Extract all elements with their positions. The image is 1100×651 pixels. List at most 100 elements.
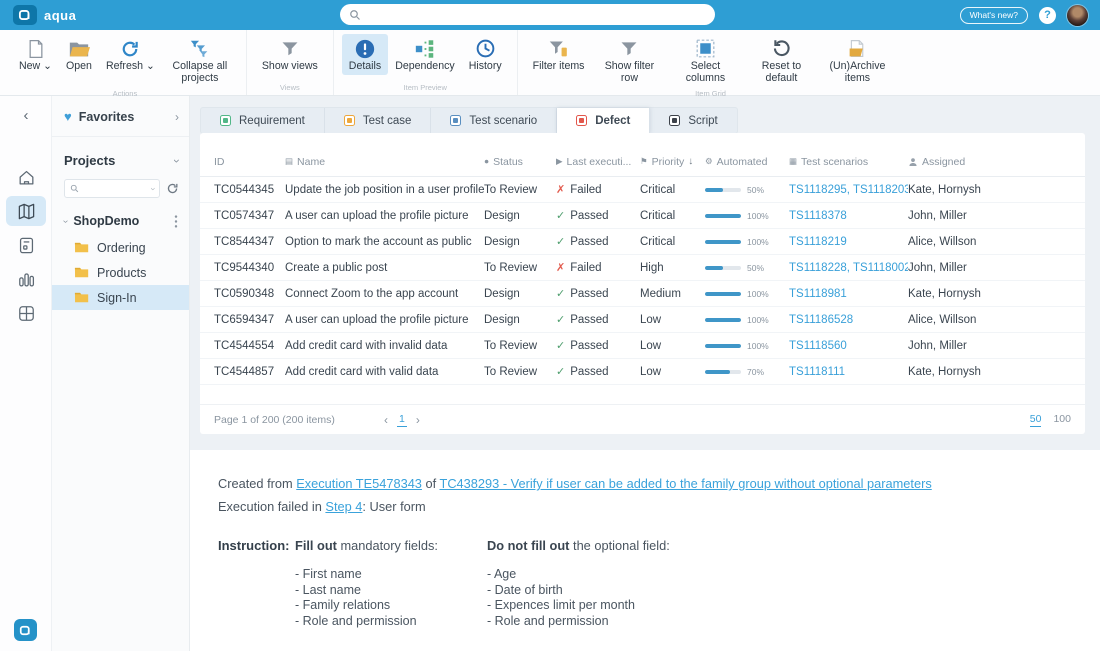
next-page-button[interactable]: › [416,413,420,427]
chevron-right-icon: › [175,110,179,124]
topbar-actions: What's new? ? [960,0,1088,30]
cell-priority: Critical [640,210,705,222]
projects-header[interactable]: Projects › [52,137,189,174]
tab-label: Defect [595,115,630,127]
cell-assigned: Alice, Willson [908,236,1071,248]
prev-page-button[interactable]: ‹ [384,413,388,427]
cell-priority: Critical [640,236,705,248]
cell-last-execution: ✗Failed [556,261,640,274]
kebab-menu-icon[interactable] [171,215,181,228]
test-scenarios-link[interactable]: TS1118981 [789,288,908,300]
cell-priority: Medium [640,288,705,300]
column-header-assigned[interactable]: Assigned [908,156,1071,168]
toolbar-button-reset-to-default[interactable]: Reset to default [743,34,819,87]
table-row[interactable]: TC0544345Update the job position in a us… [200,177,1085,203]
cell-last-execution: ✓Passed [556,339,640,352]
step-link[interactable]: Step 4 [325,499,362,514]
sidebar-folder-ordering[interactable]: Ordering [52,235,189,260]
project-root-shopdemo[interactable]: › ShopDemo [52,206,189,235]
test-scenarios-link[interactable]: TS1118295, TS1118203 [789,184,908,196]
sidebar-folder-sign-in[interactable]: Sign-In [52,285,189,310]
toolbar-button-label: (Un)Archive items [826,61,888,85]
failed-icon: ✗ [556,183,565,196]
progress-percent: 100% [747,315,769,325]
cell-automated: 100% [705,289,789,299]
project-search-row: › [52,174,189,206]
column-header-priority[interactable]: ⚑Priority↓ [640,156,705,168]
page-size-50-button[interactable]: 50 [1030,413,1042,427]
toolbar-button-filter-items[interactable]: Filter items [526,34,592,75]
rail-item-map[interactable] [6,196,46,226]
table-row[interactable]: TC4544857Add credit card with valid data… [200,359,1085,385]
toolbar-button-open[interactable]: Open [59,34,99,75]
page-size-100-button[interactable]: 100 [1053,413,1071,427]
testcase-link[interactable]: TC438293 - Verify if user can be added t… [440,476,932,491]
toolbar-button-collapse-all-projects[interactable]: Collapse all projects [162,34,238,87]
table-row[interactable]: TC0574347A user can upload the profile p… [200,203,1085,229]
rail-item-chart[interactable] [6,264,46,294]
rail-item-grid[interactable] [6,298,46,328]
test-scenarios-link[interactable]: TS1118378 [789,210,908,222]
current-page-button[interactable]: 1 [397,413,407,427]
table-row[interactable]: TC4544554Add credit card with invalid da… [200,333,1085,359]
chevron-down-icon: › [149,187,159,190]
column-header-name[interactable]: ▤Name [285,156,484,168]
column-header-automated[interactable]: ⚙Automated [705,156,789,168]
progress-fill [705,188,723,192]
toolbar-button-history[interactable]: History [462,34,509,75]
tab-test-case[interactable]: Test case [325,108,432,133]
cell-automated: 100% [705,237,789,247]
whats-new-button[interactable]: What's new? [960,7,1028,24]
favorites-section[interactable]: ♥ Favorites › [52,96,189,137]
test-scenarios-link[interactable]: TS1118560 [789,340,908,352]
left-rail: ‹ [0,96,52,651]
toolbar-button-un-archive-items[interactable]: (Un)Archive items [819,34,895,87]
progress-bar [705,266,741,270]
column-header-label: Automated [717,156,768,168]
toolbar-button-details[interactable]: Details [342,34,388,75]
folder-icon [74,291,89,304]
pager: ‹ 1 › [384,413,420,427]
toolbar-button-show-views[interactable]: Show views [255,34,325,75]
tab-script[interactable]: Script [650,108,736,133]
table-row[interactable]: TC8544347Option to mark the account as p… [200,229,1085,255]
rail-item-home[interactable] [6,162,46,192]
column-header-status[interactable]: ●Status [484,156,556,168]
test-case-icon [344,115,355,126]
tab-test-scenario[interactable]: Test scenario [431,108,557,133]
home-icon [17,168,36,187]
table-row[interactable]: TC9544340Create a public postTo Review✗F… [200,255,1085,281]
collapse-sidebar-button[interactable]: ‹ [0,108,52,123]
execution-link[interactable]: Execution TE5478343 [296,476,422,491]
refresh-projects-button[interactable] [166,182,179,195]
toolbar-button-new[interactable]: New ⌄ [12,34,59,75]
test-scenarios-link[interactable]: TS1118219 [789,236,908,248]
mandatory-field-item: - Family relations [295,598,487,614]
toolbar-button-dependency[interactable]: Dependency [388,34,462,75]
progress-bar [705,318,741,322]
sidebar-folder-products[interactable]: Products [52,260,189,285]
help-button[interactable]: ? [1039,7,1056,24]
column-header-id[interactable]: ID [214,156,285,168]
instruction-section: Instruction: Fill out mandatory fields: … [218,538,1080,629]
table-body: TC0544345Update the job position in a us… [200,177,1085,385]
column-header-test-scenarios[interactable]: ▦Test scenarios [789,156,908,168]
test-scenarios-link[interactable]: TS11186528 [789,314,908,326]
toolbar-button-label: Collapse all projects [169,61,231,85]
rail-item-report[interactable] [6,230,46,260]
project-search-input[interactable] [82,183,149,194]
tab-requirement[interactable]: Requirement [201,108,325,133]
test-scenarios-link[interactable]: TS1118228, TS1118002 [789,262,908,274]
toolbar-button-show-filter-row[interactable]: Show filter row [591,34,667,87]
column-header-label: ID [214,156,225,168]
cell-id: TC9544340 [214,262,285,274]
toolbar-button-refresh[interactable]: Refresh ⌄ [99,34,162,75]
table-row[interactable]: TC0590348Connect Zoom to the app account… [200,281,1085,307]
global-search-input[interactable] [366,4,715,25]
avatar[interactable] [1067,5,1088,26]
table-row[interactable]: TC6594347A user can upload the profile p… [200,307,1085,333]
test-scenarios-link[interactable]: TS1118111 [789,366,908,378]
column-header-last-executi[interactable]: ▶Last executi... [556,156,640,168]
toolbar-button-select-columns[interactable]: Select columns [667,34,743,87]
tab-defect[interactable]: Defect [557,108,650,133]
